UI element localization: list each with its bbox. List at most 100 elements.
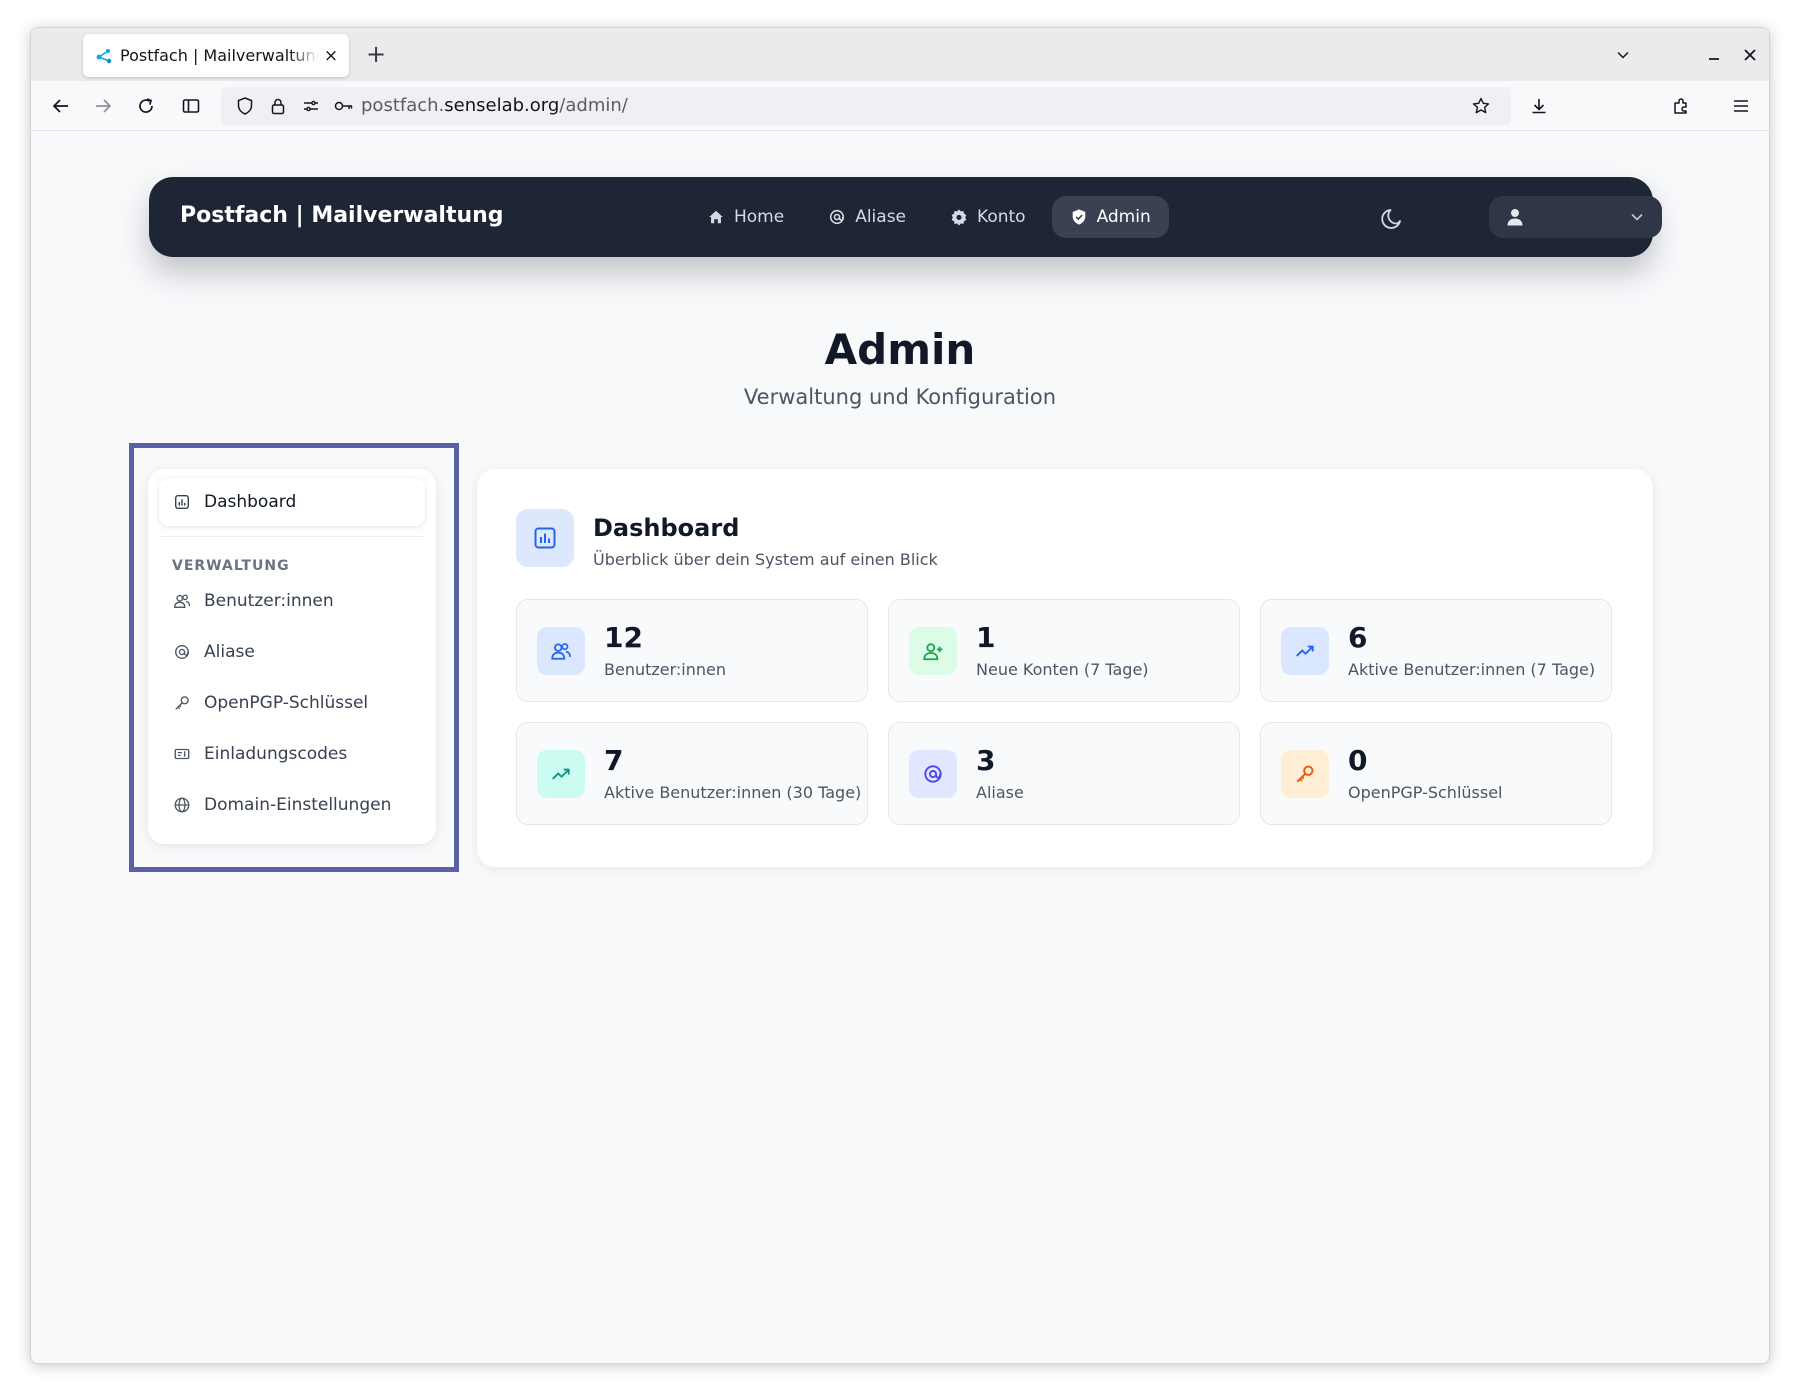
reload-icon [139, 98, 153, 113]
url-text: postfach.senselab.org/admin/ [361, 95, 628, 116]
stat-card-neue-konten: 1 Neue Konten (7 Tage) [888, 599, 1240, 702]
stat-card-aktive-30: 7 Aktive Benutzer:innen (30 Tage) [516, 722, 868, 825]
gear-icon [951, 209, 967, 226]
trend-up-icon [552, 768, 570, 780]
back-button[interactable] [47, 92, 75, 120]
sidebar-item-label: Benutzer:innen [204, 591, 334, 611]
stat-label: Aktive Benutzer:innen (30 Tage) [604, 783, 862, 802]
stat-card-benutzerinnen: 12 Benutzer:innen [516, 599, 868, 702]
stat-label: OpenPGP-Schlüssel [1348, 783, 1503, 802]
stat-value: 12 [604, 621, 643, 654]
extensions-button[interactable] [1667, 92, 1695, 120]
menu-button[interactable] [1727, 92, 1755, 120]
chart-icon [534, 527, 556, 549]
user-menu-button[interactable] [1489, 196, 1662, 238]
globe-icon [174, 797, 190, 813]
dashboard-card: Dashboard Überblick über dein System auf… [477, 469, 1653, 867]
sidebar-item-openpgp[interactable]: OpenPGP-Schlüssel [159, 683, 425, 723]
sidebar-item-label: Domain-Einstellungen [204, 795, 392, 815]
browser-tab[interactable]: Postfach | Mailverwaltung × [83, 34, 349, 77]
sidebar-item-label: Aliase [204, 642, 255, 662]
stat-icon-box [909, 627, 957, 675]
sidebar-divider [159, 536, 425, 537]
sidebar-item-benutzerinnen[interactable]: Benutzer:innen [159, 581, 425, 621]
chart-icon [174, 494, 190, 510]
stat-value: 7 [604, 744, 624, 777]
close-window-button[interactable] [1737, 42, 1763, 68]
home-icon [709, 210, 723, 224]
page-title: Admin [824, 325, 976, 374]
puzzle-icon [1674, 98, 1687, 114]
key-icon [1296, 765, 1314, 783]
tab-close-button[interactable]: × [323, 46, 339, 66]
url-host: senselab.org [444, 95, 560, 116]
arrow-left-icon [52, 99, 68, 113]
forward-button[interactable] [89, 92, 117, 120]
stat-value: 3 [976, 744, 996, 777]
nav-link-konto[interactable]: Konto [932, 196, 1044, 238]
sidebar-item-dashboard[interactable]: Dashboard [159, 478, 425, 526]
arrow-right-icon [96, 99, 112, 113]
stat-label: Benutzer:innen [604, 660, 727, 679]
url-prefix: postfach. [361, 95, 445, 116]
tab-strip: Postfach | Mailverwaltung × + [31, 28, 1769, 81]
stat-label: Neue Konten (7 Tage) [976, 660, 1149, 679]
at-icon [924, 765, 942, 783]
trend-up-icon [1296, 645, 1314, 657]
dashboard-header-icon [516, 509, 574, 567]
sidebar-item-einladungscodes[interactable]: Einladungscodes [159, 734, 425, 774]
nav-link-label: Admin [1096, 207, 1151, 227]
user-plus-icon [923, 643, 943, 661]
new-tab-button[interactable]: + [361, 40, 391, 70]
browser-window: Postfach | Mailverwaltung × + postfach.s… [30, 27, 1770, 1364]
stat-value: 0 [1348, 744, 1368, 777]
page-subtitle: Verwaltung und Konfiguration [743, 385, 1057, 409]
page-content: Postfach | Mailverwaltung Home Aliase Ko… [31, 132, 1769, 1363]
stat-icon-box [909, 750, 957, 798]
nav-link-label: Konto [977, 207, 1026, 227]
hamburger-icon [1734, 100, 1748, 112]
sidebar-item-label: Einladungscodes [204, 744, 348, 764]
nav-link-admin[interactable]: Admin [1051, 196, 1169, 238]
sidebar-section-label: VERWALTUNG [172, 558, 290, 574]
admin-sidebar: Dashboard VERWALTUNG Benutzer:innen Alia… [148, 469, 436, 844]
stat-value: 1 [976, 621, 996, 654]
moon-icon[interactable] [1379, 203, 1407, 231]
nav-link-label: Aliase [855, 207, 907, 227]
dashboard-subtitle: Überblick über dein System auf einen Bli… [593, 550, 938, 569]
tab-list-button[interactable] [1609, 42, 1637, 68]
sidebar-toggle-button[interactable] [177, 92, 205, 120]
ticket-icon [174, 748, 190, 760]
sidebar-item-domain-einstellungen[interactable]: Domain-Einstellungen [159, 785, 425, 825]
key-icon [334, 101, 353, 111]
users-icon [174, 594, 191, 608]
minimize-button[interactable] [1701, 42, 1727, 68]
url-path: /admin/ [559, 95, 628, 116]
stat-icon-box [537, 750, 585, 798]
close-icon [1744, 49, 1756, 61]
key-icon [175, 696, 189, 710]
nav-link-aliase[interactable]: Aliase [810, 196, 924, 238]
brand-title[interactable]: Postfach | Mailverwaltung [180, 203, 504, 228]
chevron-down-icon [1617, 51, 1629, 59]
url-bar[interactable]: postfach.senselab.org/admin/ [221, 87, 1511, 125]
stat-icon-box [537, 627, 585, 675]
top-navbar: Postfach | Mailverwaltung Home Aliase Ko… [149, 177, 1662, 257]
star-icon[interactable] [1471, 96, 1491, 116]
browser-toolbar: postfach.senselab.org/admin/ [31, 81, 1769, 131]
users-icon [551, 643, 571, 660]
stat-value: 6 [1348, 621, 1368, 654]
sidebar-item-aliase[interactable]: Aliase [159, 632, 425, 672]
at-icon [830, 209, 845, 225]
nav-link-home[interactable]: Home [689, 196, 802, 238]
sidebar-item-label: OpenPGP-Schlüssel [204, 693, 369, 713]
at-icon [175, 645, 189, 659]
stat-label: Aliase [976, 783, 1024, 802]
download-icon [1532, 99, 1546, 114]
sidebar-item-label: Dashboard [204, 492, 297, 512]
nav-links: Home Aliase Konto Admin [689, 196, 1169, 238]
reload-button[interactable] [132, 92, 160, 120]
stat-label: Aktive Benutzer:innen (7 Tage) [1348, 660, 1596, 679]
downloads-button[interactable] [1525, 92, 1553, 120]
favicon-icon [96, 48, 112, 63]
